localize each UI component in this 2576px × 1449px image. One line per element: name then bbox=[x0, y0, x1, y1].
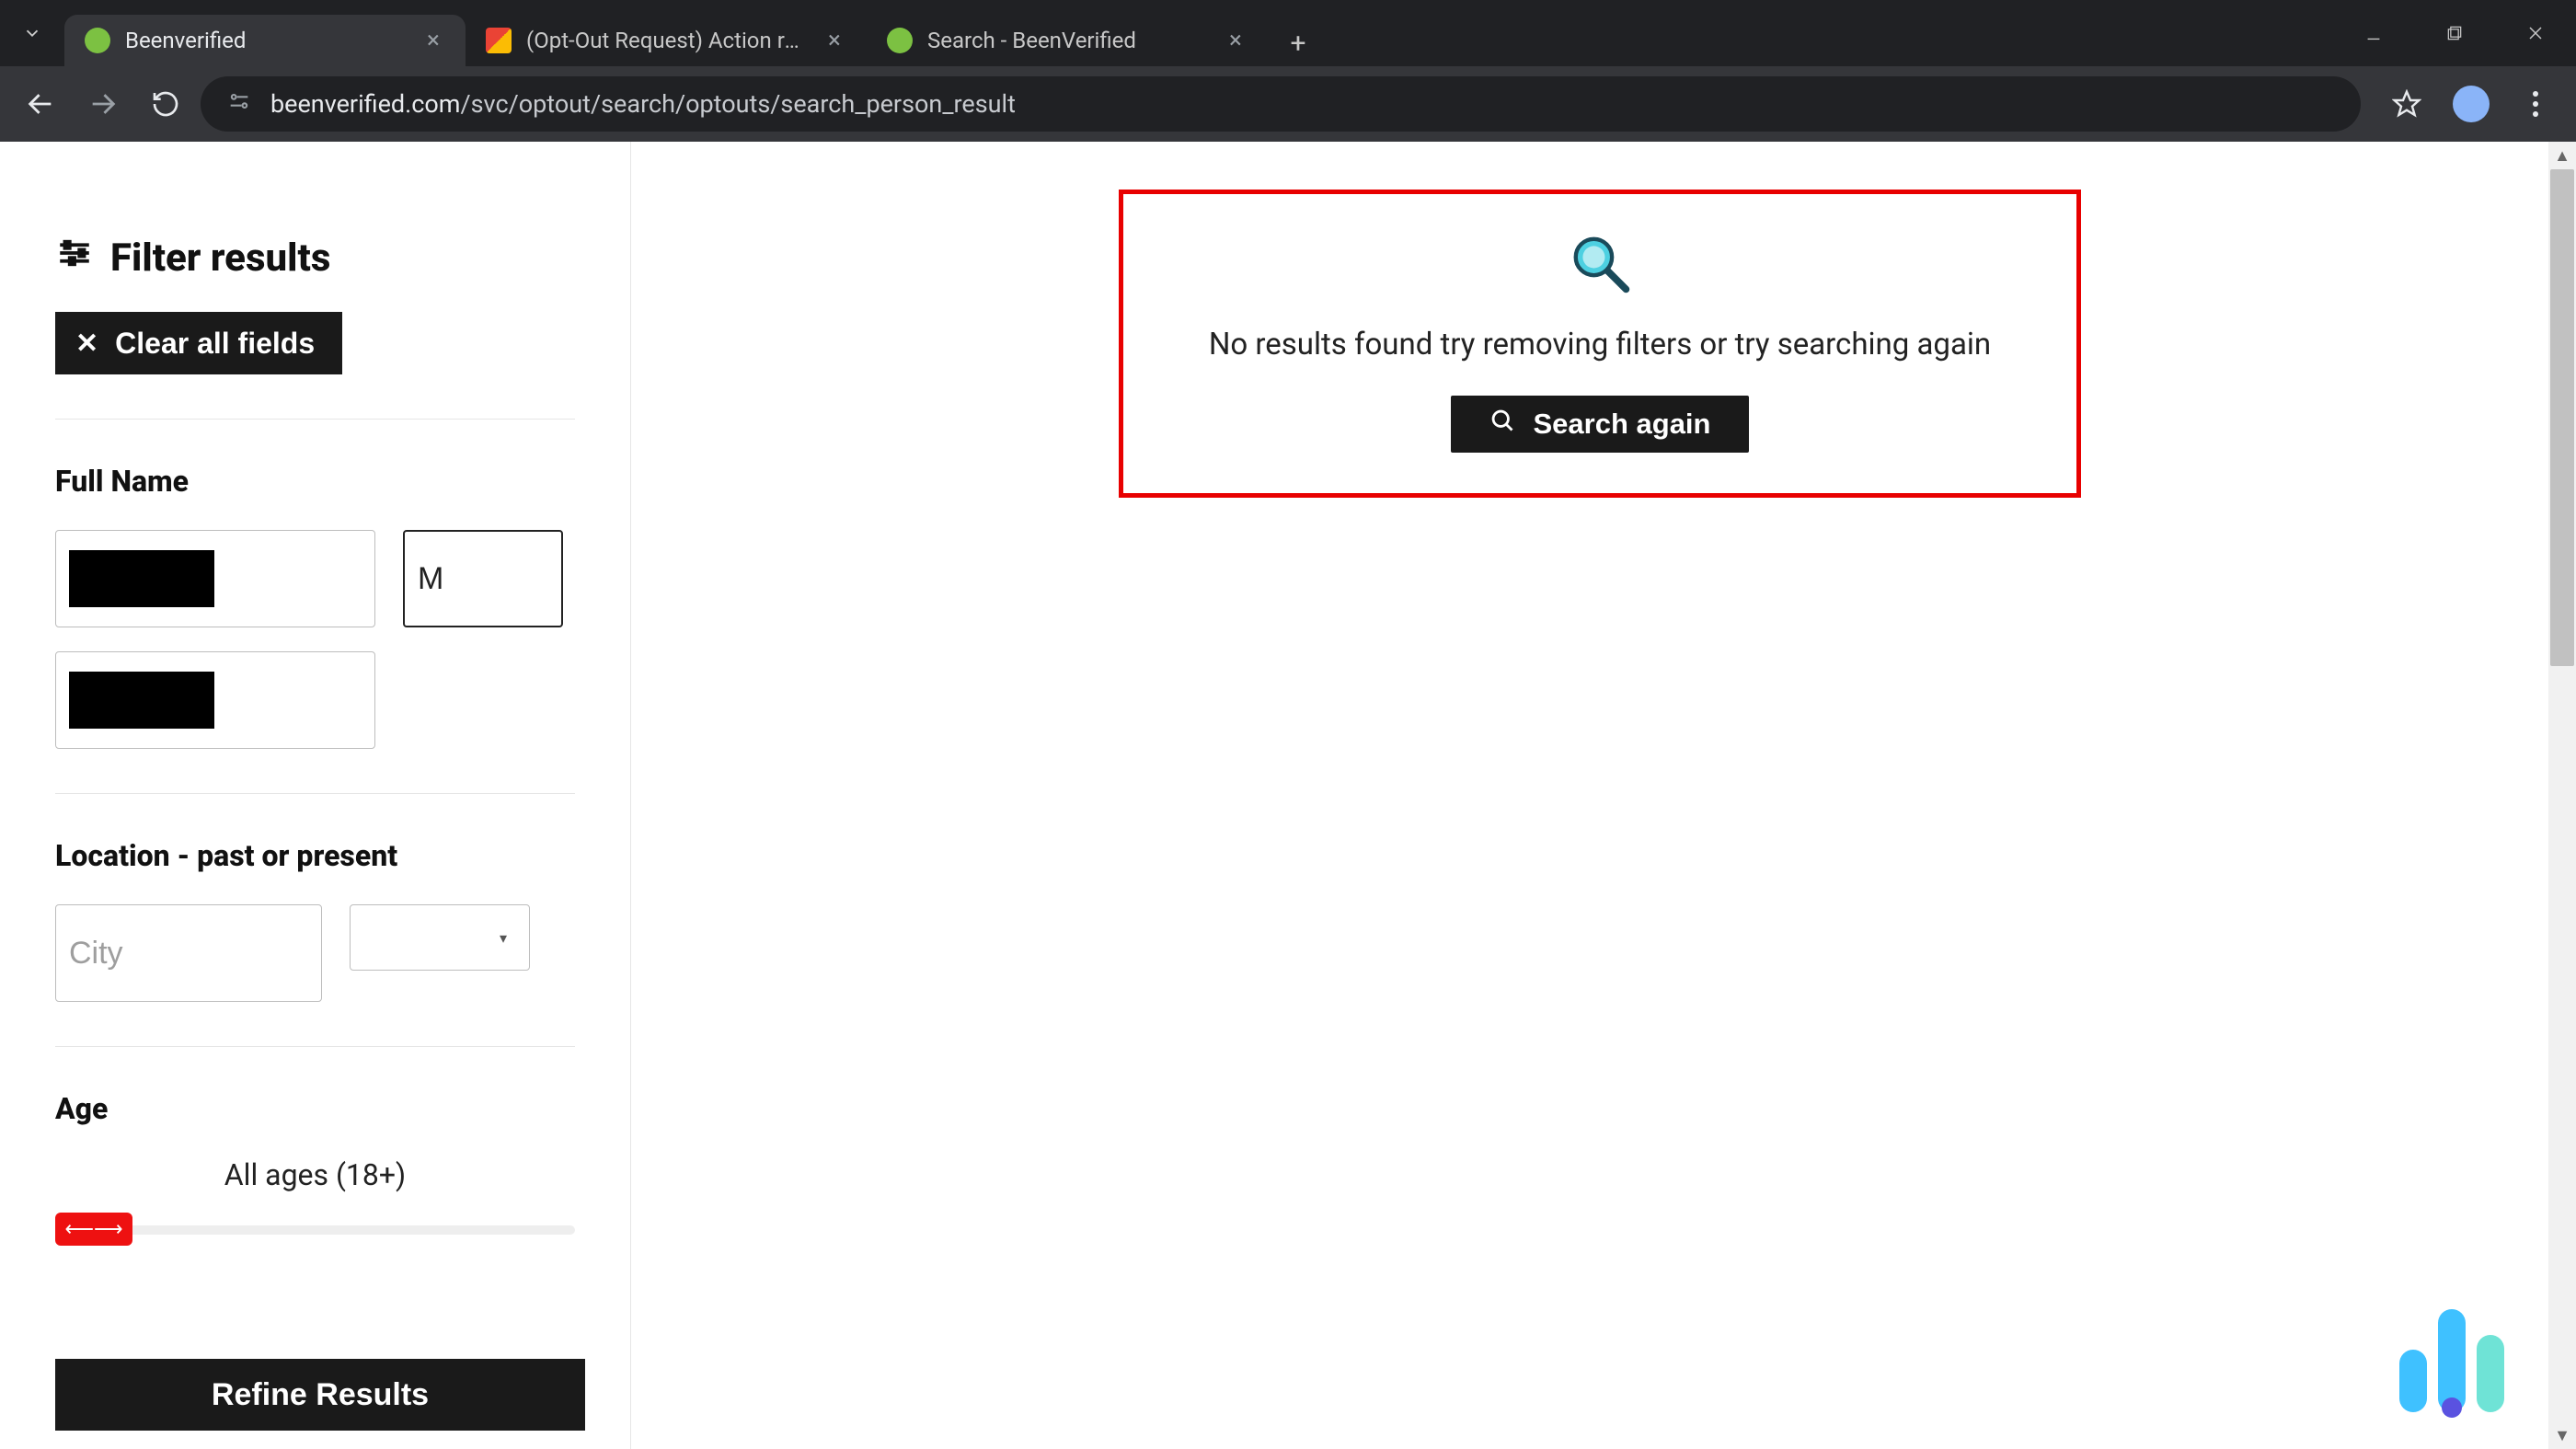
filter-sidebar: Filter results ✕ Clear all fields Full N… bbox=[0, 142, 631, 1449]
widget-bar-icon bbox=[2399, 1350, 2427, 1412]
no-results-message: No results found try removing filters or… bbox=[1160, 327, 2040, 362]
close-window-button[interactable] bbox=[2495, 0, 2576, 66]
full-name-label: Full Name bbox=[55, 464, 575, 499]
divider bbox=[55, 1046, 575, 1047]
slider-handle[interactable]: ⟵⟶ bbox=[55, 1213, 132, 1246]
browser-titlebar: Beenverified × (Opt-Out Request) Action … bbox=[0, 0, 2576, 66]
clear-all-fields-button[interactable]: ✕ Clear all fields bbox=[55, 312, 342, 374]
support-chat-widget[interactable] bbox=[2392, 1302, 2512, 1421]
favicon-gmail bbox=[486, 28, 512, 53]
tab-search-bv[interactable]: Search - BeenVerified × bbox=[867, 15, 1268, 66]
city-input[interactable] bbox=[69, 936, 308, 972]
city-field[interactable] bbox=[55, 904, 322, 1002]
tab-beenverified[interactable]: Beenverified × bbox=[64, 15, 466, 66]
tab-search-dropdown[interactable] bbox=[0, 0, 64, 66]
age-label: Age bbox=[55, 1091, 575, 1126]
kebab-menu-icon[interactable] bbox=[2508, 76, 2563, 132]
scroll-up-icon[interactable]: ▲ bbox=[2548, 142, 2576, 169]
new-tab-button[interactable]: + bbox=[1275, 20, 1321, 66]
clear-all-label: Clear all fields bbox=[115, 327, 315, 361]
middle-initial-field[interactable] bbox=[403, 530, 563, 627]
filter-heading: Filter results bbox=[55, 234, 575, 282]
minimize-button[interactable] bbox=[2333, 0, 2414, 66]
tab-title: Beenverified bbox=[125, 28, 405, 53]
search-icon bbox=[1489, 408, 1515, 441]
favicon-beenverified bbox=[85, 28, 110, 53]
widget-bar-icon bbox=[2477, 1335, 2504, 1412]
forward-button[interactable] bbox=[75, 76, 131, 132]
divider bbox=[55, 419, 575, 420]
close-tab-icon[interactable]: × bbox=[420, 27, 447, 54]
caret-down-icon: ▾ bbox=[500, 929, 507, 947]
no-results-callout: No results found try removing filters or… bbox=[1119, 190, 2081, 498]
results-area: No results found try removing filters or… bbox=[631, 142, 2576, 1449]
scroll-down-icon[interactable]: ▼ bbox=[2548, 1421, 2576, 1449]
last-name-field[interactable] bbox=[55, 651, 375, 749]
scrollbar-thumb[interactable] bbox=[2550, 169, 2574, 666]
slider-track bbox=[55, 1225, 575, 1235]
search-again-label: Search again bbox=[1534, 408, 1711, 441]
tab-title: Search - BeenVerified bbox=[927, 28, 1207, 53]
close-tab-icon[interactable]: × bbox=[1222, 27, 1249, 54]
age-slider[interactable]: ⟵⟶ bbox=[55, 1218, 575, 1240]
sliders-icon bbox=[55, 234, 94, 282]
browser-toolbar: beenverified.com/svc/optout/search/optou… bbox=[0, 66, 2576, 142]
filter-heading-text: Filter results bbox=[110, 236, 330, 281]
tab-strip: Beenverified × (Opt-Out Request) Action … bbox=[64, 11, 1321, 66]
tab-gmail-optout[interactable]: (Opt-Out Request) Action requi × bbox=[466, 15, 867, 66]
window-controls bbox=[2333, 0, 2576, 66]
age-value-text: All ages (18+) bbox=[55, 1157, 575, 1192]
first-name-field[interactable] bbox=[55, 530, 375, 627]
magnifier-icon bbox=[1568, 231, 1632, 295]
favicon-beenverified bbox=[887, 28, 913, 53]
url-text: beenverified.com/svc/optout/search/optou… bbox=[270, 89, 1016, 119]
state-select[interactable]: ▾ bbox=[350, 904, 530, 971]
close-tab-icon[interactable]: × bbox=[821, 27, 848, 54]
redacted-first-name bbox=[69, 550, 214, 607]
site-info-icon[interactable] bbox=[226, 88, 252, 121]
x-icon: ✕ bbox=[75, 328, 98, 360]
back-button[interactable] bbox=[13, 76, 68, 132]
maximize-button[interactable] bbox=[2414, 0, 2495, 66]
location-label: Location - past or present bbox=[55, 838, 575, 873]
vertical-scrollbar[interactable]: ▲ ▼ bbox=[2548, 142, 2576, 1449]
search-again-button[interactable]: Search again bbox=[1451, 396, 1750, 453]
bookmark-star-icon[interactable] bbox=[2379, 76, 2434, 132]
refine-results-button[interactable]: Refine Results bbox=[55, 1359, 585, 1431]
address-bar[interactable]: beenverified.com/svc/optout/search/optou… bbox=[201, 76, 2361, 132]
middle-initial-input[interactable] bbox=[418, 561, 548, 597]
redacted-last-name bbox=[69, 672, 214, 729]
reload-button[interactable] bbox=[138, 76, 193, 132]
divider bbox=[55, 793, 575, 794]
page-viewport: Filter results ✕ Clear all fields Full N… bbox=[0, 142, 2576, 1449]
profile-avatar[interactable] bbox=[2444, 76, 2499, 132]
tab-title: (Opt-Out Request) Action requi bbox=[526, 28, 806, 53]
widget-bar-icon bbox=[2438, 1309, 2466, 1412]
